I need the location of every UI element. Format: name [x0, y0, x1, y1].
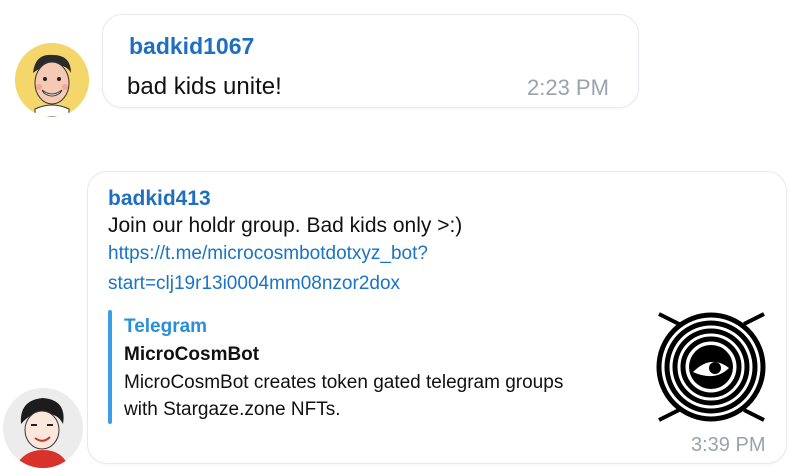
message-text: bad kids unite! — [127, 73, 282, 100]
avatar-badkid413[interactable] — [3, 388, 83, 468]
preview-title: MicroCosmBot — [124, 344, 260, 365]
invite-link-line-2[interactable]: start=clj19r13i0004mm08nzor2dox — [108, 273, 400, 295]
preview-description-line-1: MicroCosmBot creates token gated telegra… — [124, 372, 564, 393]
preview-thumbnail[interactable] — [655, 310, 768, 424]
sender-name[interactable]: badkid413 — [108, 187, 211, 211]
sender-name[interactable]: badkid1067 — [129, 33, 254, 60]
cartoon-face-avatar-icon — [15, 43, 89, 117]
message-time: 2:23 PM — [527, 75, 609, 100]
preview-accent-bar — [108, 310, 112, 424]
message-bubble-2[interactable]: badkid413 Join our holdr group. Bad kids… — [87, 171, 787, 464]
cartoon-boy-avatar-icon — [3, 388, 83, 468]
invite-link-line-1[interactable]: https://t.me/microcosmbotdotxyz_bot? — [108, 243, 428, 265]
preview-site-name: Telegram — [124, 316, 208, 337]
preview-description-line-2: with Stargaze.zone NFTs. — [124, 399, 341, 420]
message-time: 3:39 PM — [691, 434, 766, 456]
message-bubble-1[interactable]: badkid1067 bad kids unite! 2:23 PM — [102, 14, 639, 108]
message-text: Join our holdr group. Bad kids only >:) — [108, 214, 463, 237]
spiral-eye-logo-icon — [655, 310, 768, 424]
avatar-badkid1067[interactable] — [15, 43, 89, 117]
